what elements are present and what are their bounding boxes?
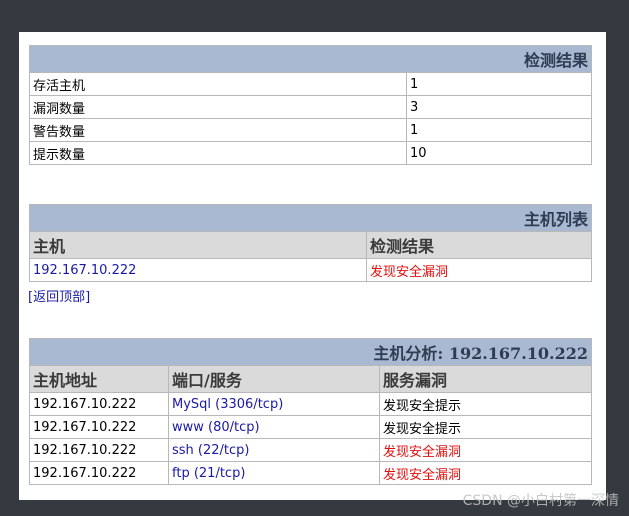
- result-column-header: 检测结果: [366, 231, 592, 259]
- table-row: 192.167.10.222 www (80/tcp) 发现安全提示: [29, 415, 592, 439]
- port-link[interactable]: ssh (22/tcp): [168, 438, 380, 462]
- host-analysis-title: 主机分析: 192.167.10.222: [29, 338, 592, 366]
- result-cell: 发现安全漏洞: [366, 258, 592, 282]
- dark-backdrop: 检测结果 存活主机 1 漏洞数量 3 警告数量 1 提示数量 10 主机列表 主…: [0, 0, 629, 516]
- vuln-column-header: 服务漏洞: [379, 365, 592, 393]
- summary-value: 1: [406, 72, 592, 96]
- vuln-cell: 发现安全漏洞: [379, 438, 592, 462]
- address-cell: 192.167.10.222: [29, 415, 169, 439]
- vuln-cell: 发现安全提示: [379, 415, 592, 439]
- address-column-header: 主机地址: [29, 365, 169, 393]
- port-link[interactable]: MySql (3306/tcp): [168, 392, 380, 416]
- summary-value: 10: [406, 141, 592, 165]
- summary-label: 提示数量: [29, 141, 407, 165]
- port-link[interactable]: ftp (21/tcp): [168, 461, 380, 485]
- vuln-cell: 发现安全提示: [379, 392, 592, 416]
- summary-table: 检测结果 存活主机 1 漏洞数量 3 警告数量 1 提示数量 10: [29, 45, 592, 165]
- port-link[interactable]: www (80/tcp): [168, 415, 380, 439]
- host-analysis-table: 主机分析: 192.167.10.222 主机地址 端口/服务 服务漏洞 192…: [29, 338, 592, 485]
- table-row: 192.167.10.222 ssh (22/tcp) 发现安全漏洞: [29, 438, 592, 462]
- back-to-top-link[interactable]: [返回顶部]: [28, 286, 90, 305]
- host-column-header: 主机: [29, 231, 367, 259]
- address-cell: 192.167.10.222: [29, 392, 169, 416]
- table-row: 192.167.10.222 MySql (3306/tcp) 发现安全提示: [29, 392, 592, 416]
- port-column-header: 端口/服务: [168, 365, 380, 393]
- watermark: CSDN @小白村第一深情: [462, 493, 619, 509]
- summary-row: 存活主机 1: [29, 72, 592, 96]
- report-page: 检测结果 存活主机 1 漏洞数量 3 警告数量 1 提示数量 10 主机列表 主…: [19, 32, 606, 500]
- address-cell: 192.167.10.222: [29, 461, 169, 485]
- host-list-table: 主机列表 主机 检测结果 192.167.10.222 发现安全漏洞: [29, 204, 592, 282]
- summary-value: 1: [406, 118, 592, 142]
- summary-row: 警告数量 1: [29, 118, 592, 142]
- vuln-cell: 发现安全漏洞: [379, 461, 592, 485]
- summary-row: 漏洞数量 3: [29, 95, 592, 119]
- host-link[interactable]: 192.167.10.222: [29, 258, 367, 282]
- summary-value: 3: [406, 95, 592, 119]
- summary-label: 存活主机: [29, 72, 407, 96]
- summary-label: 漏洞数量: [29, 95, 407, 119]
- summary-title: 检测结果: [29, 45, 592, 73]
- host-list-title: 主机列表: [29, 204, 592, 232]
- summary-label: 警告数量: [29, 118, 407, 142]
- table-row: 192.167.10.222 发现安全漏洞: [29, 258, 592, 282]
- summary-row: 提示数量 10: [29, 141, 592, 165]
- address-cell: 192.167.10.222: [29, 438, 169, 462]
- table-row: 192.167.10.222 ftp (21/tcp) 发现安全漏洞: [29, 461, 592, 485]
